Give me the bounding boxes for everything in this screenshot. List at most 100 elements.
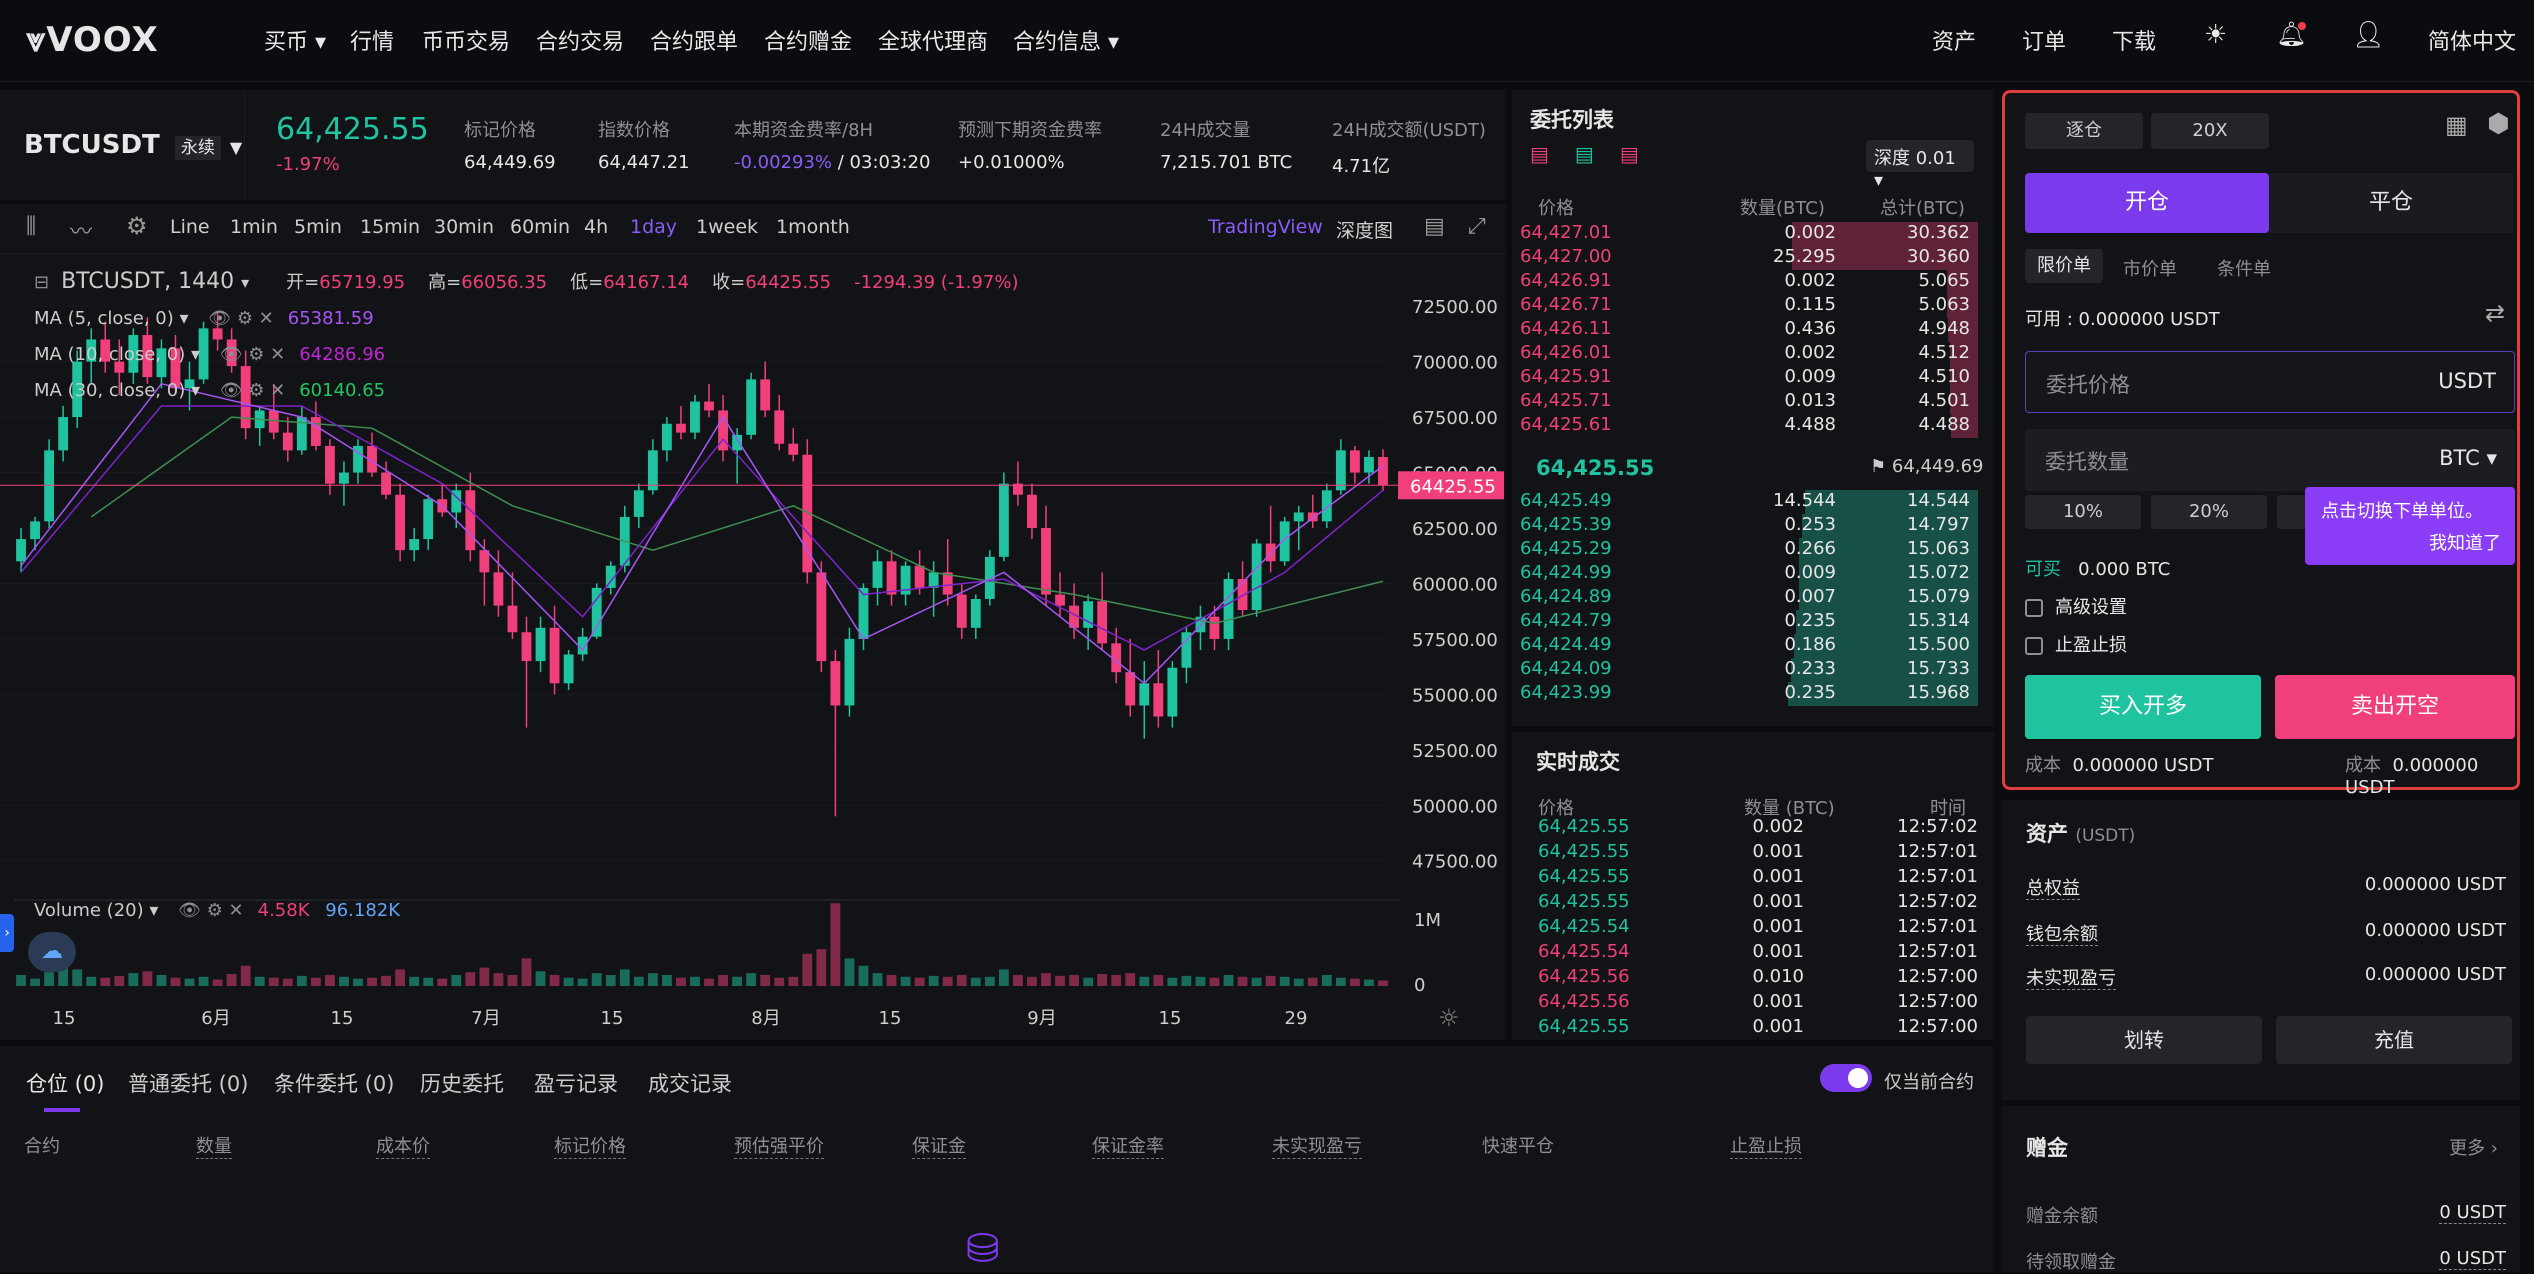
bid-row[interactable]: 64,424.79 0.235 15.314 bbox=[1520, 610, 1990, 634]
bonus-pending-row: 待领取赠金 0 USDT bbox=[2026, 1248, 2506, 1273]
margin-mode-button[interactable]: 逐仓 bbox=[2025, 113, 2143, 149]
tf-1month[interactable]: 1month bbox=[776, 216, 850, 238]
tf-1min[interactable]: 1min bbox=[230, 216, 278, 238]
candle-body bbox=[1293, 512, 1304, 522]
ask-row[interactable]: 64,425.71 0.013 4.501 bbox=[1520, 390, 1990, 414]
bid-row[interactable]: 64,424.89 0.007 15.079 bbox=[1520, 586, 1990, 610]
tf-1day[interactable]: 1day bbox=[630, 216, 677, 238]
advanced-settings-checkbox[interactable]: 高级设置 bbox=[2025, 593, 2127, 619]
volume-bar bbox=[1265, 975, 1276, 986]
tooltip-dismiss-button[interactable]: 我知道了 bbox=[2429, 529, 2501, 555]
logo[interactable]: ⩔VOOX bbox=[26, 20, 159, 60]
calculator-icon[interactable]: ▦ bbox=[2445, 111, 2468, 139]
indicator-icon[interactable]: 〰 bbox=[70, 214, 92, 246]
ask-row[interactable]: 64,425.61 4.488 4.488 bbox=[1520, 414, 1990, 438]
tab-order-history[interactable]: 历史委托 bbox=[420, 1068, 504, 1098]
bid-row[interactable]: 64,425.29 0.266 15.063 bbox=[1520, 538, 1990, 562]
conditional-order-tab[interactable]: 条件单 bbox=[2217, 255, 2271, 281]
tf-5min[interactable]: 5min bbox=[294, 216, 342, 238]
bid-row[interactable]: 64,425.39 0.253 14.797 bbox=[1520, 514, 1990, 538]
nav-orders[interactable]: 订单 bbox=[2022, 24, 2066, 56]
volume-bar bbox=[928, 975, 939, 986]
nav-contract-info[interactable]: 合约信息 ▾ bbox=[1013, 24, 1119, 56]
bid-row[interactable]: 64,424.49 0.186 15.500 bbox=[1520, 634, 1990, 658]
ask-row[interactable]: 64,426.11 0.436 4.948 bbox=[1520, 318, 1990, 342]
nav-assets[interactable]: 资产 bbox=[1932, 24, 1976, 56]
nav-futures[interactable]: 合约交易 bbox=[536, 24, 624, 56]
notes-icon[interactable]: ▤ bbox=[1424, 214, 1445, 239]
nav-agents[interactable]: 全球代理商 bbox=[878, 24, 988, 56]
current-contract-toggle[interactable] bbox=[1820, 1064, 1872, 1092]
tf-4h[interactable]: 4h bbox=[584, 216, 608, 238]
chart-side-toggle[interactable]: › bbox=[0, 914, 14, 952]
buy-long-button[interactable]: 买入开多 bbox=[2025, 675, 2261, 739]
toggle-label: 仅当前合约 bbox=[1884, 1072, 1974, 1093]
pct-20-button[interactable]: 20% bbox=[2151, 495, 2267, 529]
candle-body bbox=[339, 472, 349, 484]
tf-60min[interactable]: 60min bbox=[510, 216, 570, 238]
ask-row[interactable]: 64,427.00 25.295 30.360 bbox=[1520, 246, 1990, 270]
price-input[interactable]: 委托价格 USDT bbox=[2025, 351, 2515, 413]
orderbook-view-icons[interactable]: ▤ ▤ ▤ bbox=[1530, 142, 1639, 166]
nav-markets[interactable]: 行情 bbox=[350, 24, 394, 56]
transfer-button[interactable]: 划转 bbox=[2026, 1016, 2262, 1064]
tab-conditional-orders[interactable]: 条件委托 (0) bbox=[274, 1068, 394, 1098]
fullscreen-icon[interactable]: ⤢ bbox=[1468, 214, 1486, 239]
market-order-tab[interactable]: 市价单 bbox=[2123, 255, 2177, 281]
ask-row[interactable]: 64,426.91 0.002 5.065 bbox=[1520, 270, 1990, 294]
tab-open-orders[interactable]: 普通委托 (0) bbox=[128, 1068, 248, 1098]
depth-chart-tab[interactable]: 深度图 bbox=[1336, 216, 1393, 243]
can-buy: 可买 0.000 BTC bbox=[2025, 559, 2171, 580]
close-tab[interactable]: 平仓 bbox=[2269, 173, 2513, 233]
assets-panel: 资产 (USDT) 总权益 0.000000 USDT 钱包余额 0.000000 … bbox=[2002, 800, 2520, 1100]
leverage-button[interactable]: 20X bbox=[2151, 113, 2269, 149]
ask-row[interactable]: 64,426.01 0.002 4.512 bbox=[1520, 342, 1990, 366]
candle-body bbox=[746, 379, 757, 435]
sell-short-button[interactable]: 卖出开空 bbox=[2275, 675, 2515, 739]
volume-bar bbox=[409, 976, 420, 986]
ask-row[interactable]: 64,427.01 0.002 30.362 bbox=[1520, 222, 1990, 246]
user-icon[interactable]: 👤︎ bbox=[2352, 20, 2385, 50]
nav-copy-trading[interactable]: 合约跟单 bbox=[650, 24, 738, 56]
tab-trade-history[interactable]: 成交记录 bbox=[648, 1068, 732, 1098]
settings-icon[interactable]: ⬢ bbox=[2487, 109, 2510, 139]
quantity-input[interactable]: 委托数量 BTC ▾ bbox=[2025, 429, 2515, 491]
language-selector[interactable]: 简体中文 bbox=[2428, 24, 2516, 56]
tf-30min[interactable]: 30min bbox=[434, 216, 494, 238]
trade-row: 64,425.54 0.001 12:57:01 bbox=[1538, 941, 1978, 962]
settings-gear-icon[interactable]: ⚙ bbox=[126, 212, 148, 240]
bonus-more-link[interactable]: 更多 › bbox=[2449, 1134, 2498, 1160]
pct-10-button[interactable]: 10% bbox=[2025, 495, 2141, 529]
tab-pnl-records[interactable]: 盈亏记录 bbox=[534, 1068, 618, 1098]
open-tab[interactable]: 开仓 bbox=[2025, 173, 2269, 233]
swap-icon[interactable]: ⇄ bbox=[2485, 299, 2505, 327]
bid-row[interactable]: 64,424.99 0.009 15.072 bbox=[1520, 562, 1990, 586]
candle-body bbox=[1027, 494, 1037, 528]
price-tick: 55000.00 bbox=[1412, 685, 1498, 706]
bell-icon[interactable]: 🔔︎ bbox=[2276, 20, 2306, 48]
ask-row[interactable]: 64,426.71 0.115 5.063 bbox=[1520, 294, 1990, 318]
depth-selector[interactable]: 深度 0.01 ▾ bbox=[1866, 140, 1974, 191]
nav-bonus[interactable]: 合约赠金 bbox=[764, 24, 852, 56]
tab-positions[interactable]: 仓位 (0) bbox=[26, 1068, 104, 1098]
deposit-button[interactable]: 充值 bbox=[2276, 1016, 2512, 1064]
candlestick-chart[interactable]: 72500.0070000.0067500.0065000.0062500.00… bbox=[0, 254, 1506, 1040]
ask-row[interactable]: 64,425.91 0.009 4.510 bbox=[1520, 366, 1990, 390]
tf-1week[interactable]: 1week bbox=[696, 216, 758, 238]
nav-spot[interactable]: 币币交易 bbox=[422, 24, 510, 56]
tpsl-checkbox[interactable]: 止盈止损 bbox=[2025, 631, 2127, 657]
bid-row[interactable]: 64,424.09 0.233 15.733 bbox=[1520, 658, 1990, 682]
tf-15min[interactable]: 15min bbox=[360, 216, 420, 238]
volume-bar bbox=[1237, 976, 1248, 986]
bid-row[interactable]: 64,425.49 14.544 14.544 bbox=[1520, 490, 1990, 514]
tradingview-tab[interactable]: TradingView bbox=[1208, 216, 1323, 238]
theme-icon[interactable]: ☀ bbox=[2204, 20, 2227, 50]
limit-order-tab[interactable]: 限价单 bbox=[2025, 249, 2103, 283]
nav-download[interactable]: 下载 bbox=[2112, 24, 2156, 56]
bid-row[interactable]: 64,423.99 0.235 15.968 bbox=[1520, 682, 1990, 706]
nav-buy-crypto[interactable]: 买币 ▾ bbox=[264, 24, 326, 56]
symbol-selector[interactable]: BTCUSDT 永续 ▼ bbox=[24, 130, 242, 160]
trades-panel: 实时成交 价格 数量 (BTC) 时间 64,425.55 0.002 12:57:… bbox=[1512, 732, 1994, 1040]
candle-type-icon[interactable]: ⫼ bbox=[26, 214, 36, 239]
line-button[interactable]: Line bbox=[170, 216, 210, 238]
